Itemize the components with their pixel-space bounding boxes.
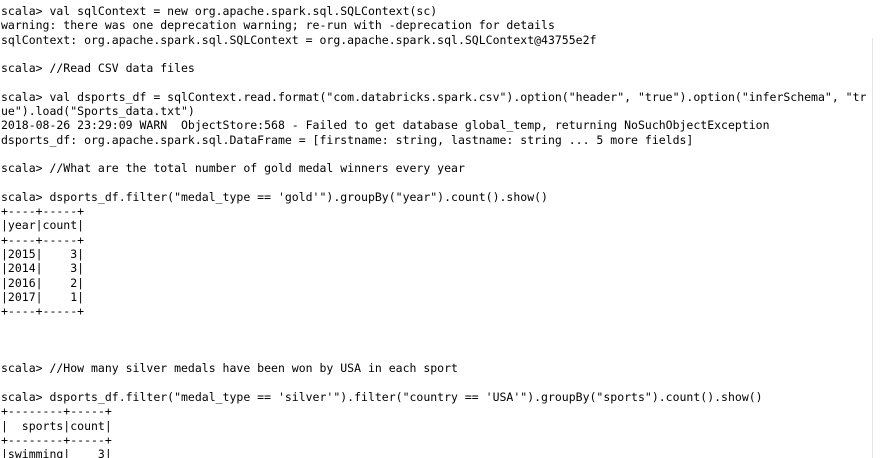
terminal-line: 2018-08-26 23:29:09 WARN ObjectStore:568…	[1, 118, 770, 133]
scrollbar-divider	[872, 38, 873, 458]
terminal-line: sqlContext: org.apache.spark.sql.SQLCont…	[1, 32, 597, 47]
terminal-line: |year|count|	[1, 218, 85, 233]
terminal-line: scala> dsports_df.filter("medal_type == …	[1, 189, 548, 204]
terminal-line: dsports_df: org.apache.spark.sql.DataFra…	[1, 132, 694, 147]
terminal-line: +----+-----+	[1, 232, 85, 247]
terminal-line: scala> //Read CSV data files	[1, 61, 195, 76]
terminal-line: |2016| 2|	[1, 275, 85, 290]
terminal-line: | sports|count|	[1, 418, 112, 433]
terminal-line: +----+-----+	[1, 304, 85, 319]
terminal-line: scala> //What are the total number of go…	[1, 161, 465, 176]
terminal-line: |2014| 3|	[1, 261, 85, 276]
terminal-line: ue").load("Sports_data.txt")	[1, 104, 195, 119]
terminal-line: scala> dsports_df.filter("medal_type == …	[1, 390, 763, 405]
terminal-line: +--------+-----+	[1, 404, 112, 419]
terminal-line: scala> val dsports_df = sqlContext.read.…	[1, 89, 867, 104]
terminal-line: warning: there was one deprecation warni…	[1, 18, 555, 33]
terminal-output[interactable]: scala> val sqlContext = new org.apache.s…	[0, 0, 872, 458]
terminal-line: |2015| 3|	[1, 247, 85, 262]
terminal-line: +--------+-----+	[1, 432, 112, 447]
terminal-line: |2017| 1|	[1, 289, 85, 304]
terminal-line: +----+-----+	[1, 204, 85, 219]
terminal-line: scala> val sqlContext = new org.apache.s…	[1, 4, 438, 18]
terminal-line: scala> //How many silver medals have bee…	[1, 361, 458, 376]
terminal-line: |swimming| 3|	[1, 447, 112, 458]
vertical-scrollbar[interactable]	[872, 0, 880, 458]
